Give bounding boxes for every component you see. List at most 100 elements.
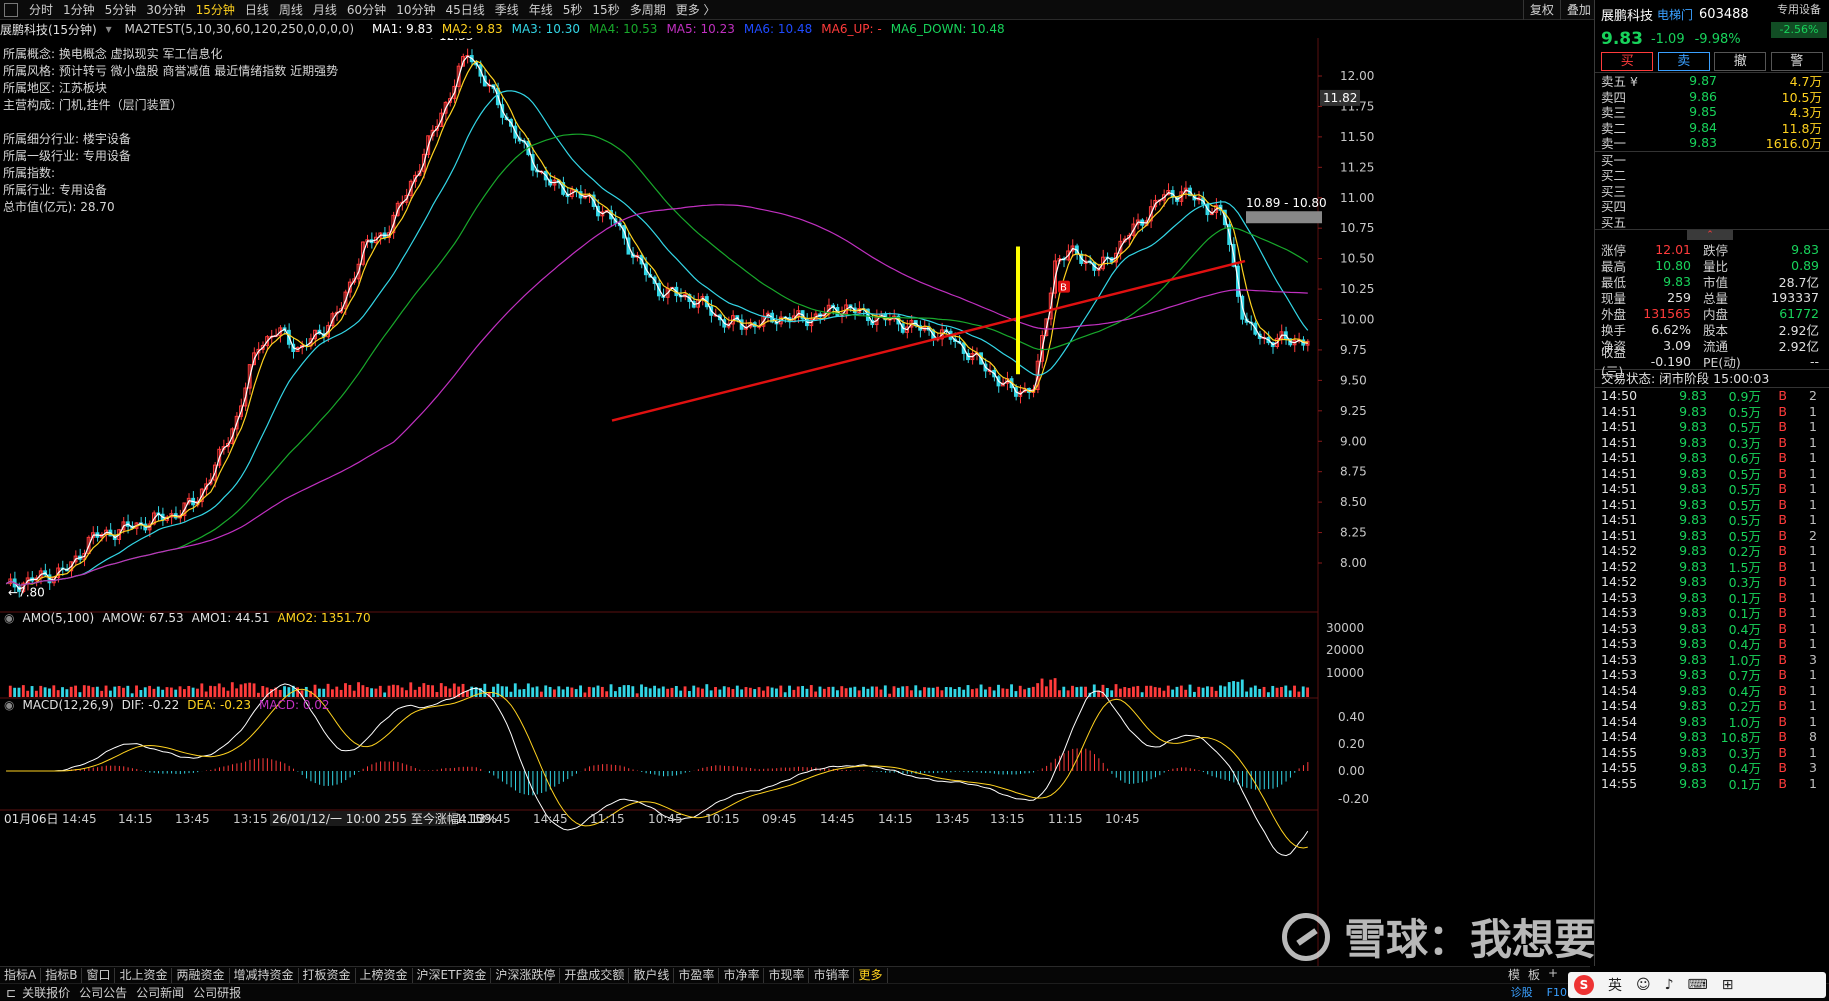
stat-value: 9.83 — [1663, 273, 1691, 289]
tick-count: 1 — [1809, 589, 1817, 605]
bid-label: 买五 — [1601, 214, 1627, 230]
tick-list[interactable]: 14:50 9.83 0.9万 B 2 14:51 9.83 0.5万 B 1 14:51 9.83 0… — [1595, 388, 1829, 792]
diagnose-link[interactable]: 诊股 — [1511, 984, 1533, 1000]
period-tab[interactable]: 更多 〉 — [671, 1, 721, 18]
period-tab[interactable]: 周线 — [274, 1, 308, 18]
indicator-tab[interactable]: 更多 — [854, 967, 888, 983]
amo-tick-label: 20000 — [1326, 643, 1364, 657]
indicator-tab[interactable]: 市盈率 — [674, 967, 720, 983]
keyboard-icon[interactable]: ⌨ — [1688, 977, 1708, 993]
period-tab[interactable]: 5分钟 — [100, 1, 142, 18]
period-tab[interactable]: 多周期 — [625, 1, 671, 18]
period-tab[interactable]: 季线 — [490, 1, 524, 18]
price-tick-label: 10.00 — [1340, 313, 1374, 327]
ime-toolbar[interactable]: S 英 ☺ ♪ ⌨ ⊞ — [1568, 972, 1826, 998]
volume-bar — [561, 689, 565, 697]
volume-bar — [13, 687, 17, 697]
expand-chevron-icon[interactable]: ⌃ — [1687, 230, 1733, 240]
period-tab[interactable]: 分时 — [24, 1, 58, 18]
info-tab[interactable]: 公司新闻 — [136, 984, 193, 1001]
volume-bar — [740, 689, 744, 697]
volume-bar — [687, 691, 691, 697]
period-tab[interactable]: 月线 — [308, 1, 342, 18]
emoji-icon[interactable]: ☺ — [1636, 977, 1651, 993]
price-change: -1.09 — [1650, 31, 1685, 47]
indicator-tab[interactable]: 窗口 — [82, 967, 116, 983]
volume-bar — [666, 688, 670, 697]
f10-link[interactable]: F10 — [1547, 986, 1567, 999]
tool-button[interactable]: 复权 — [1522, 0, 1560, 20]
volume-bar — [1306, 687, 1309, 697]
info-tab[interactable]: 公司公告 — [79, 984, 136, 1001]
indicator-tab[interactable]: 沪深涨跌停 — [491, 967, 561, 983]
indicator-tab[interactable]: 指标A — [0, 967, 42, 983]
dif-value: DIF: -0.22 — [121, 698, 180, 712]
tab-board[interactable]: 板 — [1528, 966, 1540, 983]
volume-bar — [148, 685, 152, 697]
tool-button[interactable]: 叠加 — [1559, 0, 1597, 20]
formula-label[interactable]: ▾ MA2TEST(5,10,30,60,120,250,0,0,0,0) — [106, 22, 363, 36]
period-tab[interactable]: 年线 — [524, 1, 558, 18]
macd-toggle-icon[interactable]: ◉ — [4, 698, 14, 712]
amo-toggle-icon[interactable]: ◉ — [4, 611, 14, 625]
stat-value: 61772 — [1779, 305, 1819, 321]
tick-direction: B — [1778, 589, 1787, 605]
period-tab[interactable]: 1分钟 — [58, 1, 100, 18]
alert-button[interactable]: 警 — [1770, 52, 1823, 71]
period-tab[interactable]: 日线 — [240, 1, 274, 18]
cancel-order-button[interactable]: 撤 — [1714, 52, 1767, 71]
indicator-tab[interactable]: 市净率 — [719, 967, 765, 983]
mic-icon[interactable]: ♪ — [1665, 977, 1674, 993]
period-tab[interactable]: 5秒 — [558, 1, 588, 18]
volume-bar — [653, 685, 656, 697]
volume-bar — [256, 692, 260, 697]
indicator-tab[interactable]: 打板资金 — [299, 967, 356, 983]
period-tab[interactable]: 45日线 — [440, 1, 489, 18]
info-tab[interactable]: 公司研报 — [193, 984, 250, 1001]
period-tab[interactable]: 60分钟 — [342, 1, 391, 18]
volume-bar — [209, 685, 212, 697]
indicator-tab[interactable]: 两融资金 — [172, 967, 230, 983]
period-tab[interactable]: 15分钟 — [191, 1, 240, 18]
volume-bar — [1293, 685, 1296, 697]
volume-bar — [1192, 691, 1196, 697]
indicator-tab[interactable]: 上榜资金 — [356, 967, 413, 983]
buy-button[interactable]: 买 — [1601, 52, 1654, 71]
volume-bar — [1188, 684, 1192, 697]
period-tab[interactable]: 15秒 — [587, 1, 624, 18]
tab-template[interactable]: 模 — [1508, 966, 1520, 983]
volume-bar — [1227, 682, 1231, 697]
panel-toggle-icon[interactable]: ⊏ — [0, 986, 22, 1000]
tick-time: 14:53 — [1601, 605, 1638, 621]
stock-concept-tag[interactable]: 电梯门 — [1657, 6, 1693, 23]
indicator-tab[interactable]: 开盘成交额 — [560, 967, 630, 983]
price-tick-label: 9.75 — [1340, 343, 1367, 357]
indicator-tab[interactable]: 市现率 — [764, 967, 810, 983]
tick-price: 9.83 — [1679, 605, 1707, 621]
menu-icon[interactable] — [4, 2, 18, 17]
volume-bar — [196, 688, 199, 697]
stat-value: 9.83 — [1791, 241, 1819, 257]
indicator-tab[interactable]: 沪深ETF资金 — [413, 967, 492, 983]
volume-bar — [1280, 686, 1283, 697]
volume-bar — [1044, 686, 1048, 697]
volume-bar — [1049, 679, 1053, 697]
period-tab[interactable]: 30分钟 — [141, 1, 190, 18]
indicator-tab[interactable]: 北上资金 — [115, 967, 173, 983]
amo1-value: AMO1: 44.51 — [191, 611, 270, 625]
indicator-tab[interactable]: 散户线 — [629, 967, 675, 983]
volume-bar — [1258, 688, 1262, 697]
indicator-tab[interactable]: 市销率 — [809, 967, 855, 983]
volume-bar — [335, 686, 339, 697]
sell-button[interactable]: 卖 — [1657, 52, 1710, 71]
tab-add[interactable]: + — [1548, 966, 1558, 983]
apps-icon[interactable]: ⊞ — [1722, 977, 1734, 993]
volume-bar — [896, 687, 900, 697]
indicator-tab[interactable]: 指标B — [41, 967, 83, 983]
sector-box[interactable]: 专用设备 -2.56% — [1771, 2, 1827, 38]
indicator-tab[interactable]: 增减持资金 — [230, 967, 299, 983]
period-tab[interactable]: 10分钟 — [391, 1, 440, 18]
volume-bar — [1210, 686, 1214, 697]
ime-lang[interactable]: 英 — [1608, 975, 1622, 995]
info-tab[interactable]: 关联报价 — [22, 984, 79, 1001]
